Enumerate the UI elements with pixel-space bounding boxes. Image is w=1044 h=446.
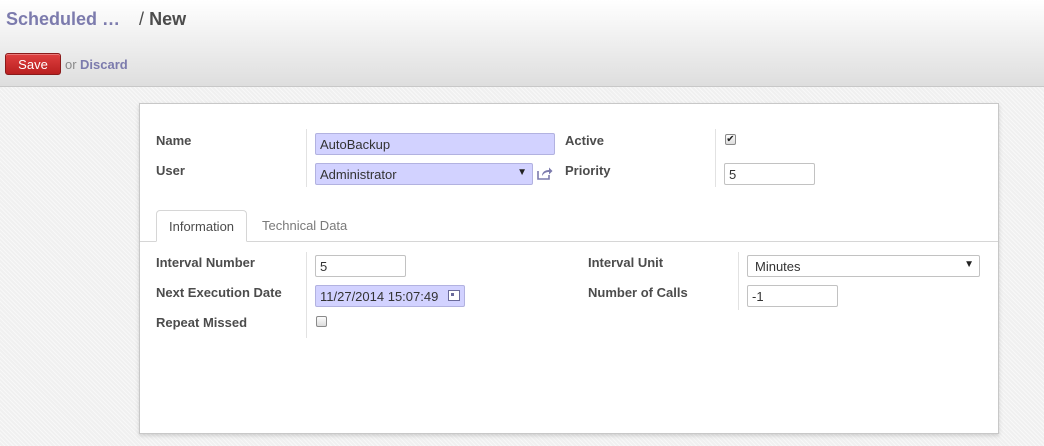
chevron-down-icon: ▼ — [964, 259, 974, 270]
control-panel: Scheduled … / New Save or Discard — [0, 0, 1044, 87]
field-divider — [306, 129, 307, 187]
priority-input[interactable]: 5 — [724, 163, 815, 185]
breadcrumb-current: New — [149, 9, 187, 29]
active-label: Active — [565, 133, 605, 148]
or-text: or — [65, 57, 77, 72]
repeat-missed-label: Repeat Missed — [156, 315, 248, 330]
interval-unit-value: Minutes — [755, 259, 801, 274]
interval-unit-label: Interval Unit — [588, 255, 664, 270]
field-divider — [306, 252, 307, 338]
user-select[interactable]: Administrator ▼ — [315, 163, 533, 185]
user-label: User — [156, 163, 185, 178]
active-checkbox[interactable]: ✔ — [725, 134, 736, 145]
name-label: Name — [156, 133, 192, 148]
chevron-down-icon: ▼ — [517, 167, 527, 178]
interval-number-label: Interval Number — [156, 255, 255, 270]
next-execution-date-value: 11/27/2014 15:07:49 — [320, 289, 439, 304]
priority-label: Priority — [565, 163, 611, 178]
name-input[interactable]: AutoBackup — [315, 133, 555, 155]
number-of-calls-label: Number of Calls — [588, 285, 688, 300]
save-button[interactable]: Save — [5, 53, 61, 75]
breadcrumb-parent-link[interactable]: Scheduled … — [6, 9, 120, 29]
breadcrumb-separator: / — [139, 9, 145, 29]
next-execution-date-input[interactable]: 11/27/2014 15:07:49 — [315, 285, 465, 307]
repeat-missed-checkbox[interactable] — [316, 316, 327, 327]
user-select-value: Administrator — [320, 167, 397, 182]
tab-information[interactable]: Information — [156, 210, 247, 242]
form-sheet: Name User AutoBackup Administrator ▼ Act… — [139, 103, 999, 434]
discard-link[interactable]: Discard — [80, 57, 128, 72]
interval-unit-select[interactable]: Minutes ▼ — [747, 255, 980, 277]
interval-number-input[interactable]: 5 — [315, 255, 406, 277]
external-link-icon[interactable] — [536, 166, 553, 181]
number-of-calls-input[interactable]: -1 — [747, 285, 838, 307]
field-divider — [738, 252, 739, 310]
calendar-icon[interactable] — [448, 290, 460, 301]
breadcrumb: Scheduled … / New — [6, 9, 186, 30]
next-execution-date-label: Next Execution Date — [156, 285, 282, 300]
tabs-border — [140, 241, 998, 242]
tab-technical-data[interactable]: Technical Data — [250, 210, 359, 241]
field-divider — [715, 129, 716, 187]
